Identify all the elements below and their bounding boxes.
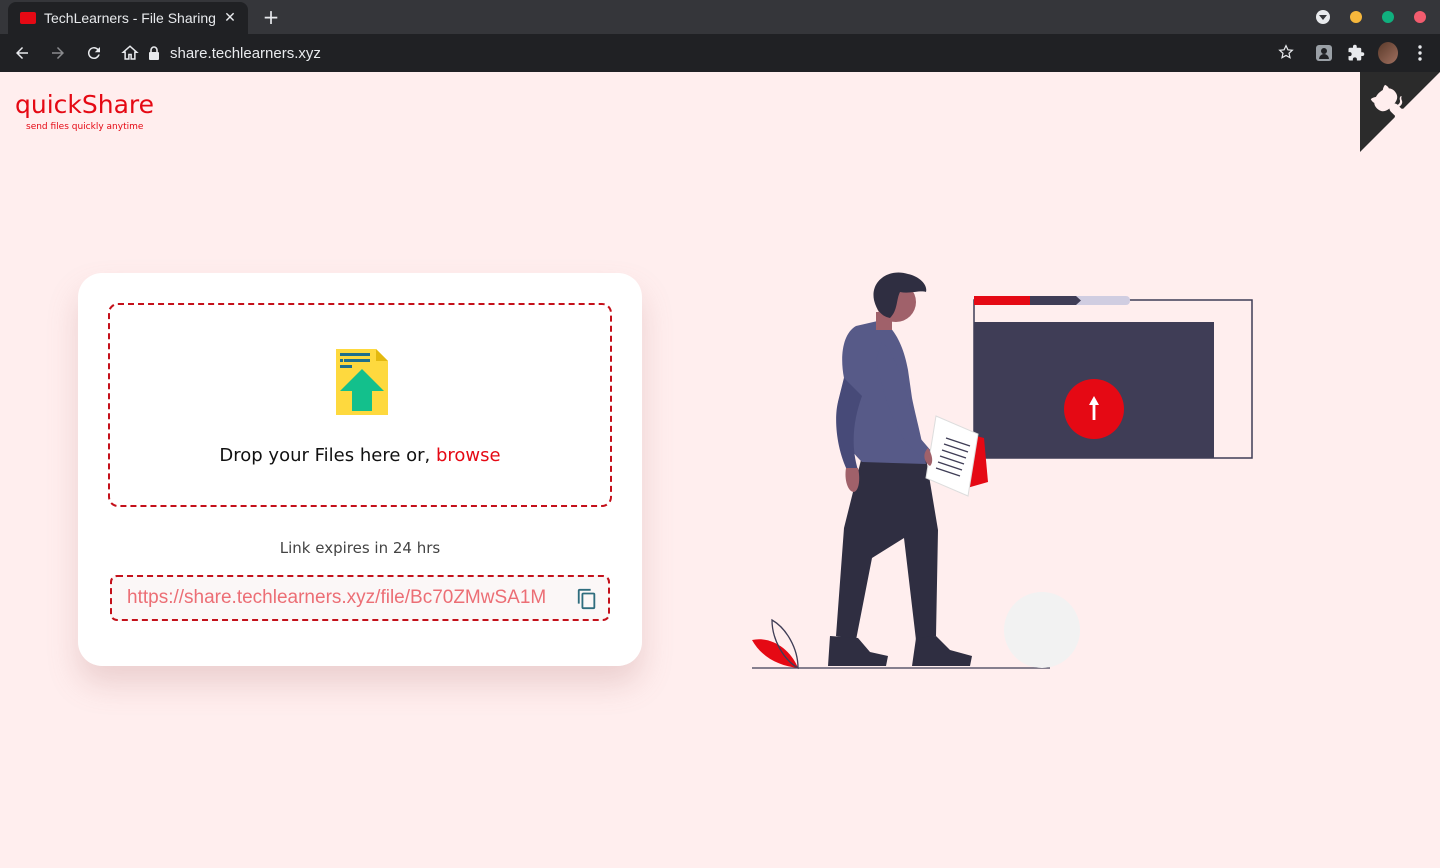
address-url: share.techlearners.xyz: [170, 44, 321, 62]
file-upload-icon: [336, 349, 388, 415]
window-controls: [1316, 10, 1426, 24]
brand-title: quickShare: [15, 90, 155, 119]
site-favicon-icon: [20, 12, 36, 24]
upload-illustration: [752, 272, 1253, 670]
avatar: [1378, 42, 1398, 64]
reload-icon: [87, 47, 100, 60]
browser-tab[interactable]: TechLearners - File Sharing ✕: [8, 2, 248, 34]
drop-text: Drop your Files here or,: [219, 445, 436, 466]
kebab-menu-icon: [1418, 45, 1422, 61]
browser-tab-bar: TechLearners - File Sharing ✕ +: [0, 0, 1440, 34]
copy-icon[interactable]: [576, 587, 598, 611]
reload-button[interactable]: [78, 37, 110, 69]
lock-icon: [148, 46, 160, 60]
close-window-button[interactable]: [1414, 11, 1426, 23]
brand-tagline: send files quickly anytime: [26, 122, 144, 132]
share-link-input[interactable]: [127, 587, 567, 609]
home-button[interactable]: [114, 37, 146, 69]
address-bar[interactable]: share.techlearners.xyz: [148, 38, 1308, 68]
upload-card: Drop your Files here or, browse Link exp…: [78, 273, 642, 666]
github-octocat-icon: [1360, 72, 1440, 152]
bookmark-star-icon[interactable]: [1278, 44, 1294, 64]
brand-logo[interactable]: quickShare send files quickly anytime: [15, 88, 154, 132]
tab-close-icon[interactable]: ✕: [222, 10, 238, 26]
tab-search-icon[interactable]: [1316, 10, 1330, 24]
browse-link[interactable]: browse: [436, 445, 501, 466]
browser-menu-button[interactable]: [1410, 37, 1430, 69]
extensions-button[interactable]: [1346, 37, 1366, 69]
puzzle-icon: [1348, 44, 1365, 61]
forward-button[interactable]: [42, 37, 74, 69]
extension-icon: [1316, 45, 1332, 61]
drop-instructions: Drop your Files here or, browse: [110, 445, 610, 466]
minimize-button[interactable]: [1350, 11, 1362, 23]
link-expiry-note: Link expires in 24 hrs: [279, 539, 441, 557]
arrow-right-icon: [52, 47, 64, 59]
extension-button[interactable]: [1314, 37, 1334, 69]
extensions-area: [1314, 37, 1430, 69]
maximize-button[interactable]: [1382, 11, 1394, 23]
file-drop-zone[interactable]: Drop your Files here or, browse: [108, 303, 612, 507]
browser-toolbar: share.techlearners.xyz: [0, 34, 1440, 72]
tab-title: TechLearners - File Sharing: [44, 10, 216, 26]
home-icon: [121, 45, 139, 60]
back-button[interactable]: [6, 37, 38, 69]
profile-button[interactable]: [1378, 37, 1398, 69]
page-content: quickShare send files quickly anytime Dr…: [0, 72, 1440, 868]
arrow-left-icon: [16, 47, 28, 59]
share-link-box: [110, 575, 610, 621]
github-corner-link[interactable]: [1360, 72, 1440, 152]
new-tab-button[interactable]: +: [258, 4, 284, 30]
